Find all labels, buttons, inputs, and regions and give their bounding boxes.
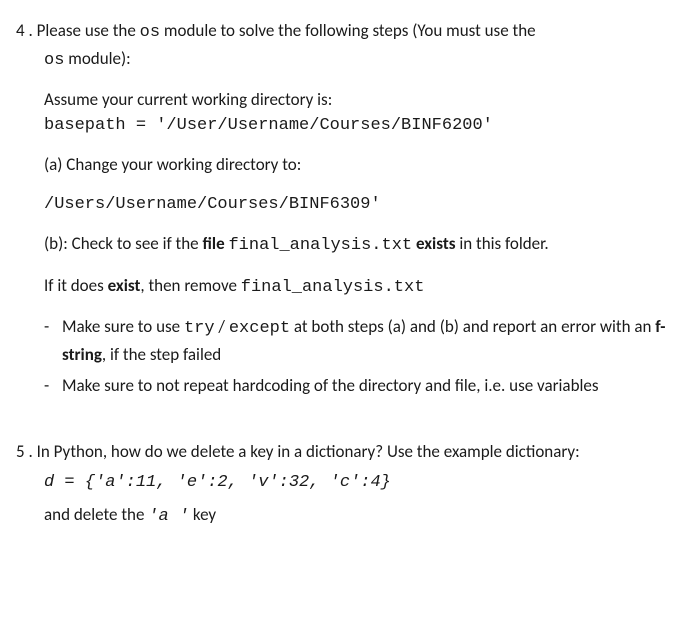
q4-part-a: (a) Change your working directory to: <box>44 152 680 178</box>
q4-intro-mid: module to solve the following steps (You… <box>160 20 536 41</box>
q4-b1-pre: Make sure to use <box>62 316 184 337</box>
q4-b1-slash: / <box>215 316 229 337</box>
q5-intro: In Python, how do we delete a key in a d… <box>33 441 580 462</box>
q4-part-b-filename: final_analysis.txt <box>228 236 412 255</box>
q4-basepath-code: basepath = '/User/Username/Courses/BINF6… <box>44 113 680 139</box>
q4-bullet-2-body: Make sure to not repeat hardcoding of th… <box>62 373 680 399</box>
bullet-dash-icon: - <box>44 373 62 399</box>
bullet-dash-icon: - <box>44 314 62 367</box>
q4-part-b-file-word: file <box>202 233 224 254</box>
question-5: 5 . In Python, how do we delete a key in… <box>16 439 680 530</box>
q4-b1-except: except <box>229 319 290 338</box>
q4-bullets: - Make sure to use try / except at both … <box>44 314 680 399</box>
q4-if-exist: If it does exist, then remove final_anal… <box>44 273 680 301</box>
q4-b1-mid: at both steps (a) and (b) and report an … <box>290 316 655 337</box>
q4-b1-try: try <box>184 319 215 338</box>
q4-bullet-1-body: Make sure to use try / except at both st… <box>62 314 680 367</box>
q4-bullet-1: - Make sure to use try / except at both … <box>44 314 680 367</box>
q5-delete-key: 'a ' <box>148 507 189 526</box>
q5-number: 5 . <box>16 441 33 462</box>
q4-part-b-post: in this folder. <box>456 233 549 254</box>
q4-intro-pre: Please use the <box>33 20 140 41</box>
q4-assume-label: Assume your current working directory is… <box>44 87 680 113</box>
q4-intro-line: 4 . Please use the os module to solve th… <box>16 18 680 46</box>
q4-part-a-label: (a) Change your working directory to: <box>44 152 680 178</box>
q4-number: 4 . <box>16 20 33 41</box>
q5-dict-code: d = {'a':11, 'e':2, 'v':32, 'c':4} <box>44 470 680 496</box>
q4-part-a-path: /Users/Username/Courses/BINF6309' <box>44 192 680 218</box>
q4-b1-post: , if the step failed <box>102 344 221 365</box>
q4-os-code-1: os <box>140 23 160 42</box>
q4-os-code-2: os <box>44 51 64 70</box>
q5-delete-line: and delete the 'a ' key <box>44 502 680 530</box>
q5-delete-post: key <box>189 504 216 525</box>
q4-intro-line2: os module): <box>44 46 680 74</box>
q4-ifexist-bold: exist <box>108 275 141 296</box>
q5-delete-pre: and delete the <box>44 504 148 525</box>
q4-ifexist-pre: If it does <box>44 275 108 296</box>
q4-part-b-exists: exists <box>416 233 456 254</box>
q4-part-a-path-block: /Users/Username/Courses/BINF6309' <box>44 192 680 218</box>
q4-ifexist-mid: , then remove <box>140 275 240 296</box>
q5-intro-line: 5 . In Python, how do we delete a key in… <box>16 439 680 465</box>
q4-part-b-pre: (b): Check to see if the <box>44 233 202 254</box>
q4-assume: Assume your current working directory is… <box>44 87 680 138</box>
q4-part-b: (b): Check to see if the file final_anal… <box>44 231 680 259</box>
q4-intro-post: module): <box>64 48 130 69</box>
q4-ifexist-file: final_analysis.txt <box>241 278 425 297</box>
question-4: 4 . Please use the os module to solve th… <box>16 18 680 399</box>
q4-bullet-2: - Make sure to not repeat hardcoding of … <box>44 373 680 399</box>
